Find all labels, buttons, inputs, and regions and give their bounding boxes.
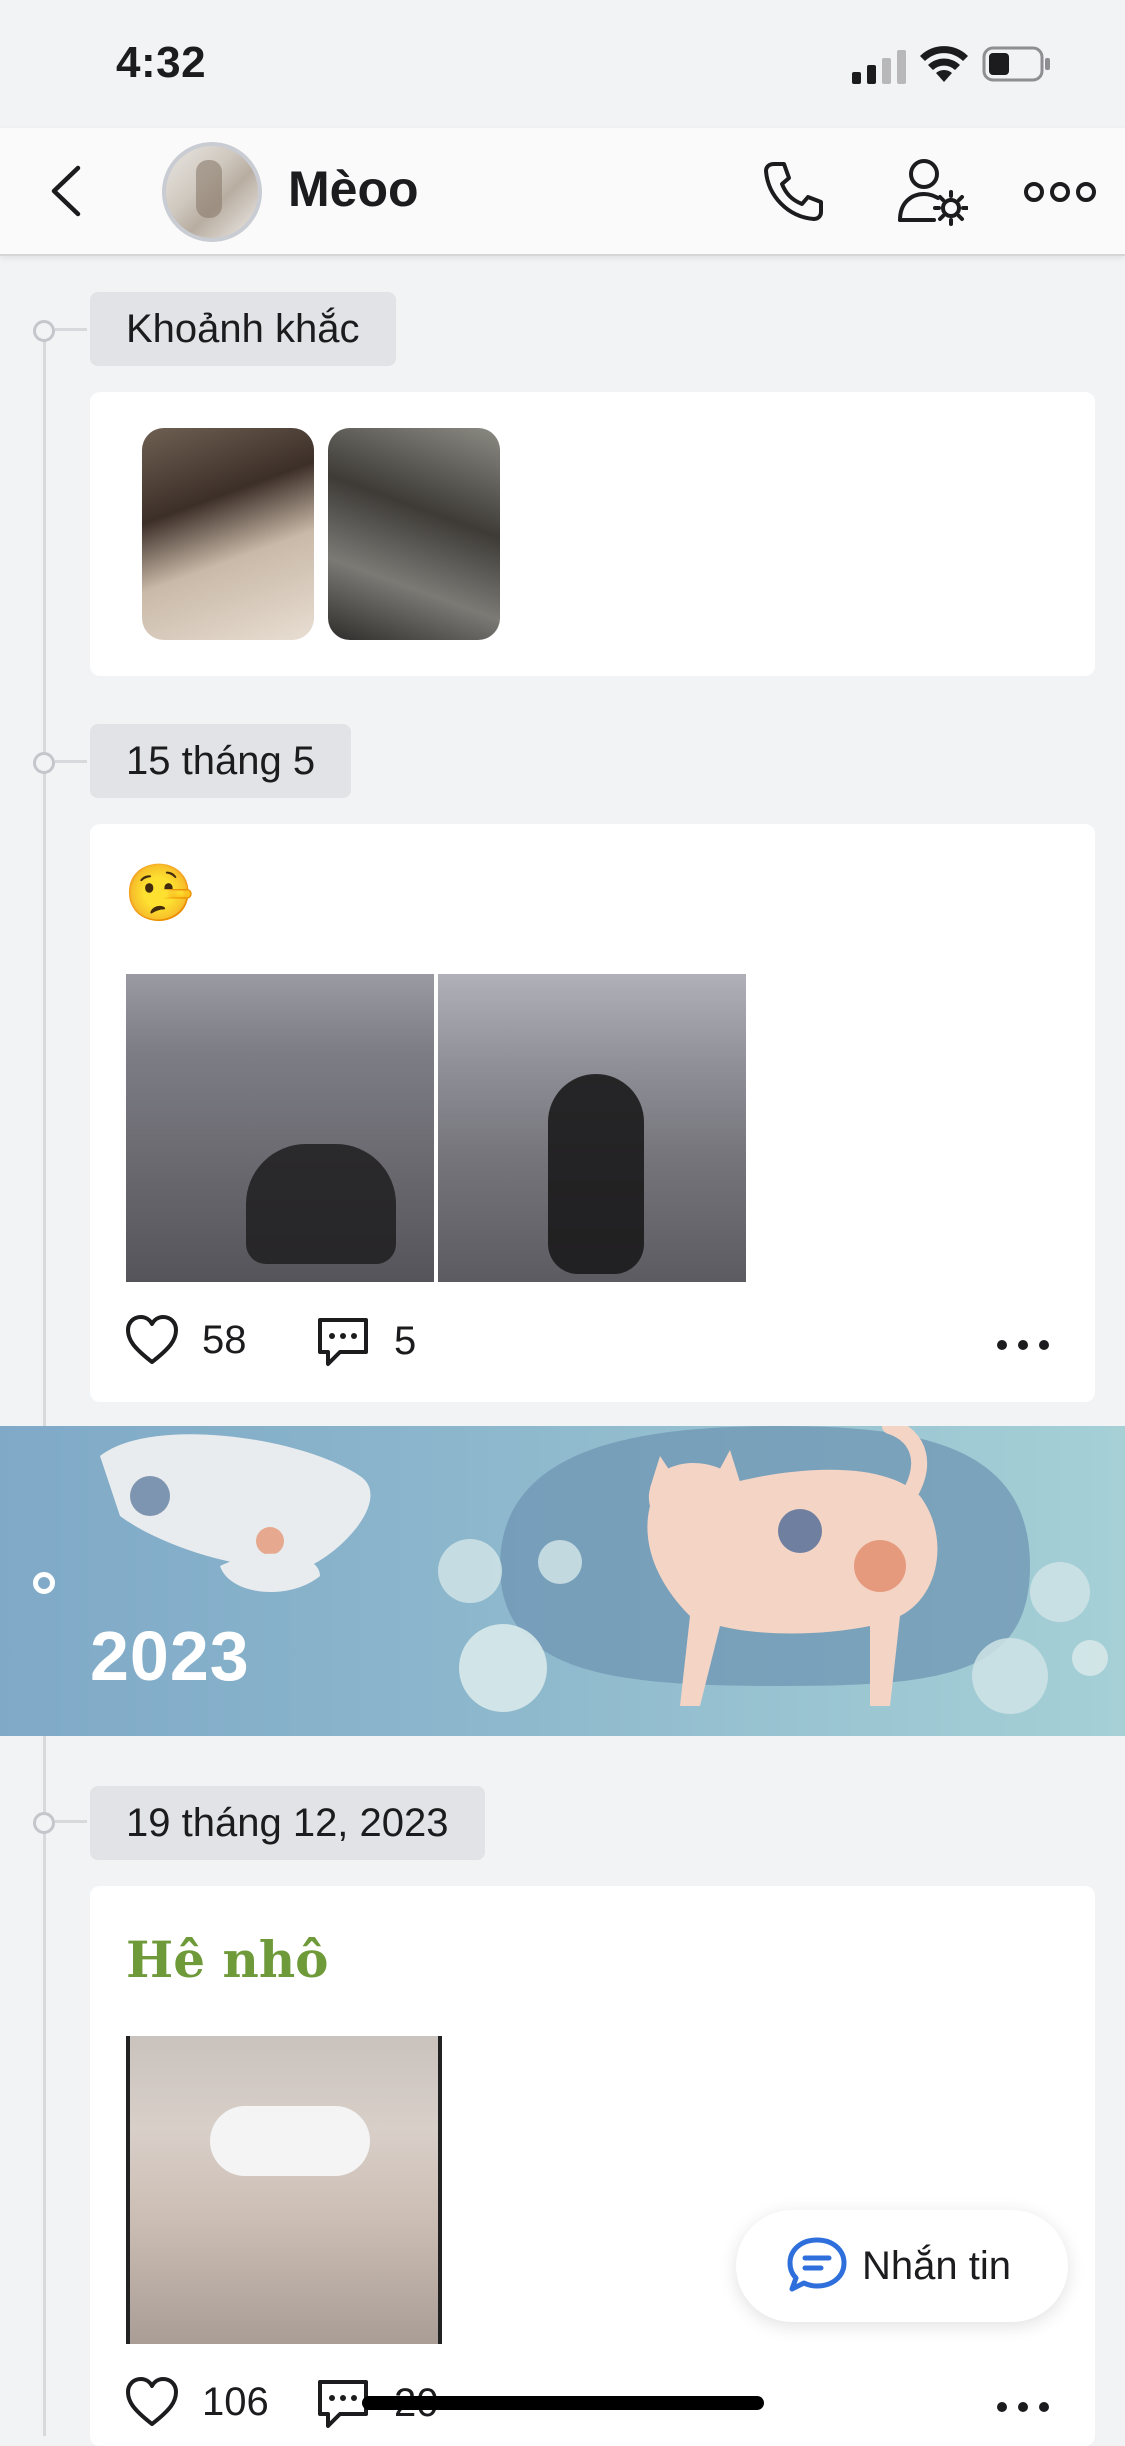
timeline-dot — [33, 1572, 55, 1594]
battery-icon — [982, 46, 1050, 82]
post-more-icon[interactable] — [996, 2400, 1050, 2414]
more-options-icon[interactable] — [1024, 172, 1096, 212]
avatar[interactable] — [162, 142, 262, 242]
back-button[interactable] — [40, 158, 100, 224]
send-message-button[interactable]: Nhắn tin — [736, 2210, 1068, 2322]
timeline-connector — [55, 1820, 87, 1823]
year-label: 2023 — [90, 1617, 250, 1695]
like-button[interactable]: 58 — [124, 1314, 247, 1366]
chat-header: Mèoo — [0, 128, 1125, 256]
moment-thumbnail[interactable] — [328, 428, 500, 640]
cellular-signal-icon — [852, 50, 906, 84]
comment-count: 5 — [394, 1318, 417, 1363]
timeline-connector — [55, 760, 87, 763]
moments-card — [90, 392, 1095, 676]
like-button[interactable]: 106 — [124, 2376, 269, 2428]
post-more-icon[interactable] — [996, 1338, 1050, 1352]
post-photo[interactable] — [126, 2036, 442, 2344]
post-card: 🤥 58 5 — [90, 824, 1095, 1402]
post-date: 15 tháng 5 — [90, 724, 352, 798]
timeline-dot — [33, 320, 55, 342]
moments-label: Khoảnh khắc — [90, 292, 396, 366]
wifi-icon — [920, 46, 968, 82]
post-photo[interactable] — [126, 974, 434, 1282]
status-time: 4:32 — [116, 38, 207, 87]
moment-thumbnail[interactable] — [142, 428, 314, 640]
timeline-line — [43, 330, 46, 2436]
home-indicator — [362, 2396, 764, 2410]
post-card: Hê nhô 106 20 — [90, 1886, 1095, 2446]
year-banner: 2023 — [0, 1426, 1125, 1736]
post-photo[interactable] — [438, 974, 746, 1282]
user-settings-button[interactable] — [896, 156, 968, 226]
comment-icon — [318, 1318, 368, 1366]
post-date: 19 tháng 12, 2023 — [90, 1786, 485, 1860]
timeline-connector — [55, 328, 87, 331]
send-message-label: Nhắn tin — [862, 2244, 1011, 2288]
comment-button[interactable]: 5 — [316, 1314, 416, 1368]
like-count: 58 — [202, 1317, 247, 1362]
profile-name[interactable]: Mèoo — [288, 160, 419, 218]
timeline-dot — [33, 752, 55, 774]
phone-call-button[interactable] — [760, 158, 826, 224]
post-emoji: 🤥 — [124, 861, 194, 924]
timeline-dot — [33, 1812, 55, 1834]
chat-bubble-icon — [787, 2237, 847, 2292]
heart-icon — [126, 1315, 178, 1364]
status-bar: 4:32 — [0, 0, 1125, 128]
heart-icon — [126, 2377, 178, 2426]
like-count: 106 — [202, 2379, 269, 2424]
post-caption: Hê nhô — [126, 1930, 329, 1989]
